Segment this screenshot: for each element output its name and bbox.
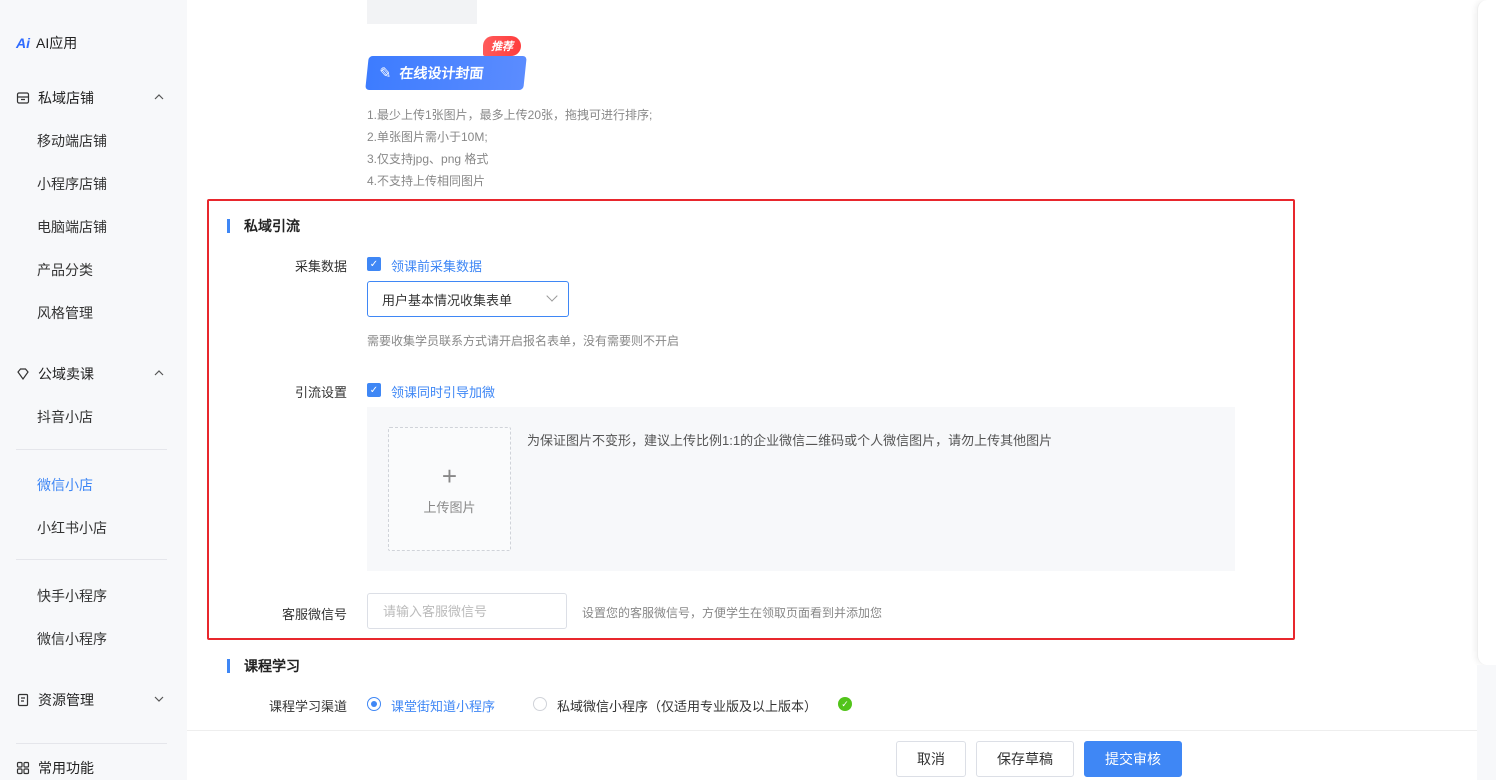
tip-line: 4.不支持上传相同图片 <box>367 174 486 188</box>
sidebar-divider <box>16 559 167 560</box>
right-side-background <box>1477 665 1496 780</box>
sidebar-item-pc-store[interactable]: 电脑端店铺 <box>37 217 107 237</box>
sidebar-group-public-sales[interactable]: 公域卖课 <box>16 364 171 384</box>
chevron-up-icon <box>153 364 165 382</box>
collect-data-checkbox-label[interactable]: 领课前采集数据 <box>391 256 482 275</box>
service-wechat-input[interactable] <box>367 593 567 629</box>
upload-image-label: 上传图片 <box>423 499 476 515</box>
radio-private-wechat-mini[interactable] <box>533 697 547 711</box>
document-icon <box>16 693 30 707</box>
sidebar-item-label: AI应用 <box>36 35 78 51</box>
learning-channel-label: 课程学习渠道 <box>268 699 347 714</box>
pencil-icon: ✎ <box>378 65 393 82</box>
chevron-down-icon <box>153 690 165 708</box>
form-select-value: 用户基本情况收集表单 <box>382 292 513 308</box>
diamond-icon <box>16 367 30 381</box>
form-select[interactable]: 用户基本情况收集表单 <box>367 281 569 317</box>
grid-icon <box>16 761 30 775</box>
check-circle-icon: ✓ <box>838 697 852 711</box>
sidebar-item-xiaohongshu-store[interactable]: 小红书小店 <box>37 518 107 538</box>
sidebar-item-mobile-store[interactable]: 移动端店铺 <box>37 131 107 151</box>
sidebar-group-common[interactable]: 常用功能 <box>16 758 171 778</box>
upload-description: 为保证图片不变形，建议上传比例1:1的企业微信二维码或个人微信图片，请勿上传其他… <box>527 433 1053 448</box>
sidebar-item-product-category[interactable]: 产品分类 <box>37 260 93 280</box>
sidebar-divider <box>16 743 167 744</box>
guide-setting-label: 引流设置 <box>294 385 347 400</box>
sidebar-divider <box>16 449 167 450</box>
design-cover-label: 在线设计封面 <box>398 65 485 81</box>
guide-wechat-checkbox[interactable]: ✓ <box>367 383 381 397</box>
sidebar-item-kuaishou-mini[interactable]: 快手小程序 <box>37 586 107 606</box>
collect-data-label: 采集数据 <box>294 259 347 274</box>
design-cover-button[interactable]: ✎ 在线设计封面 <box>365 56 527 90</box>
store-icon <box>16 91 30 105</box>
tip-line: 1.最少上传1张图片，最多上传20张，拖拽可进行排序; <box>367 108 653 122</box>
service-wechat-hint: 设置您的客服微信号，方便学生在领取页面看到并添加您 <box>582 606 883 620</box>
sidebar-item-ai-app[interactable]: Ai AI应用 <box>16 33 77 53</box>
recommend-badge: 推荐 <box>483 36 521 56</box>
cover-thumbnail[interactable] <box>367 0 477 24</box>
radio-ketangjie-mini-label[interactable]: 课堂街知道小程序 <box>391 696 495 715</box>
sidebar: Ai AI应用 私域店铺 移动端店铺 小程序店铺 电脑端店铺 产品分类 风格管理… <box>0 0 187 780</box>
radio-private-wechat-mini-label[interactable]: 私域微信小程序（仅适用专业版及以上版本） <box>557 696 817 715</box>
right-side-panel <box>1477 0 1496 665</box>
guide-wechat-checkbox-label[interactable]: 领课同时引导加微 <box>391 382 495 401</box>
service-wechat-label: 客服微信号 <box>281 607 347 622</box>
upload-image-button[interactable]: + 上传图片 <box>388 427 511 551</box>
sidebar-item-mini-program-store[interactable]: 小程序店铺 <box>37 174 107 194</box>
radio-ketangjie-mini[interactable] <box>367 697 381 711</box>
sidebar-item-douyin-store[interactable]: 抖音小店 <box>37 407 93 427</box>
section-title-course-learning: 课程学习 <box>227 656 300 676</box>
sidebar-item-style-manage[interactable]: 风格管理 <box>37 303 93 323</box>
sidebar-group-resources[interactable]: 资源管理 <box>16 690 171 710</box>
plus-icon: + <box>441 460 458 491</box>
sidebar-group-label: 公域卖课 <box>38 366 94 382</box>
chevron-down-icon <box>546 290 558 302</box>
sidebar-group-label: 私域店铺 <box>38 90 94 106</box>
save-draft-button[interactable]: 保存草稿 <box>976 741 1074 777</box>
tip-line: 3.仅支持jpg、png 格式 <box>367 152 489 166</box>
submit-review-button[interactable]: 提交审核 <box>1084 741 1182 777</box>
sidebar-item-wechat-store[interactable]: 微信小店 <box>37 475 93 495</box>
tip-line: 2.单张图片需小于10M; <box>367 130 488 144</box>
collect-data-hint: 需要收集学员联系方式请开启报名表单，没有需要则不开启 <box>367 334 680 348</box>
chevron-up-icon <box>153 88 165 106</box>
cancel-button[interactable]: 取消 <box>896 741 966 777</box>
ai-logo-icon: Ai <box>16 35 30 51</box>
sidebar-group-private-store[interactable]: 私域店铺 <box>16 88 171 108</box>
section-title-private-traffic: 私域引流 <box>227 216 300 236</box>
collect-data-checkbox[interactable]: ✓ <box>367 257 381 271</box>
sidebar-group-label: 资源管理 <box>38 692 94 708</box>
footer-bar <box>187 730 1477 780</box>
upload-tips: 1.最少上传1张图片，最多上传20张，拖拽可进行排序; 2.单张图片需小于10M… <box>367 104 652 192</box>
sidebar-group-label: 常用功能 <box>38 760 94 776</box>
sidebar-item-wechat-mini[interactable]: 微信小程序 <box>37 629 107 649</box>
